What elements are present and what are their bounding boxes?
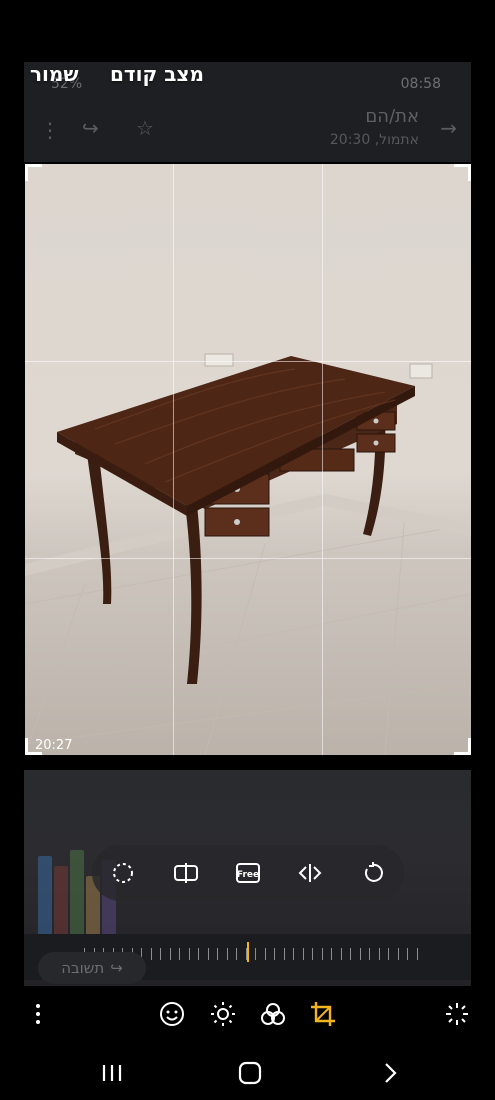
ruler-tick (264, 948, 266, 960)
free-crop-icon[interactable]: Free (232, 857, 264, 889)
ruler-tick (350, 948, 351, 960)
more-icon[interactable] (22, 994, 54, 1034)
ruler-tick (169, 948, 171, 960)
ruler-tick (283, 948, 285, 960)
ruler-tick (179, 948, 180, 960)
ruler-tick (217, 948, 218, 960)
save-button[interactable]: שמור (30, 62, 79, 86)
crop-grid-line (25, 361, 471, 362)
ruler-tick (198, 948, 199, 960)
ruler-tick (207, 948, 209, 960)
rotation-marker[interactable] (247, 942, 249, 962)
flip-icon[interactable] (294, 857, 326, 889)
ruler-tick (312, 948, 313, 960)
crop-grid-line (173, 164, 174, 755)
crop-handle-top-left[interactable] (25, 164, 42, 181)
ruler-tick (369, 948, 370, 960)
filters-icon[interactable] (257, 994, 289, 1034)
ruler-tick (293, 948, 294, 960)
ruler-tick (378, 948, 380, 960)
ruler-tick (359, 948, 361, 960)
ruler-tick (388, 948, 389, 960)
lasso-icon[interactable] (107, 857, 139, 889)
crop-grid-line (25, 558, 471, 559)
rotate-icon[interactable] (357, 857, 389, 889)
ruler-tick (188, 948, 190, 960)
back-icon[interactable] (376, 1058, 404, 1088)
contact-name: את/הם (365, 106, 419, 127)
clock: 08:58 (400, 76, 441, 92)
sticker-icon[interactable] (156, 994, 188, 1034)
ruler-tick (226, 948, 228, 960)
brightness-icon[interactable] (207, 994, 239, 1034)
ruler-tick (397, 948, 399, 960)
ruler-tick (302, 948, 304, 960)
crop-handle-bottom-right[interactable] (454, 738, 471, 755)
revert-button[interactable]: מצב קודם (110, 62, 204, 86)
forward-icon: ↪ (82, 116, 99, 140)
editor-toolbar (0, 994, 495, 1034)
ruler-tick (255, 948, 256, 960)
reply-label: תשובה (61, 959, 105, 977)
ruler-tick (407, 948, 408, 960)
background-chat-header: 52% 08:58 ⋮ ↪ ☆ את/הם אתמול, 20:30 → (24, 62, 471, 162)
ruler-tick (245, 948, 247, 960)
photo-timestamp: 20:27 (35, 738, 73, 753)
ruler-tick (340, 948, 342, 960)
ruler-tick (236, 948, 237, 960)
ruler-tick (274, 948, 275, 960)
ruler-tick (150, 948, 152, 960)
crop-grid-line (322, 164, 323, 755)
ruler-tick (160, 948, 161, 960)
reply-icon: ↪ (110, 959, 123, 977)
recents-icon[interactable] (98, 1058, 126, 1088)
aspect-ratio-icon[interactable] (170, 857, 202, 889)
system-navigation-bar (0, 1046, 495, 1100)
crop-icon[interactable] (307, 994, 339, 1034)
ruler-tick (416, 948, 418, 960)
photo-canvas[interactable] (25, 164, 471, 755)
arrow-right-icon: → (440, 116, 457, 140)
last-seen: אתמול, 20:30 (329, 132, 419, 148)
background-reply-chip: תשובה ↪ (38, 952, 146, 984)
star-icon: ☆ (136, 116, 154, 140)
crop-handle-top-right[interactable] (454, 164, 471, 181)
free-label: Free (237, 870, 259, 880)
ruler-tick (331, 948, 332, 960)
crop-tools-bar: Free (92, 845, 404, 901)
magic-icon[interactable] (441, 994, 473, 1034)
home-icon[interactable] (236, 1058, 264, 1088)
ruler-tick (321, 948, 323, 960)
desk-photo (25, 353, 471, 755)
more-icon: ⋮ (40, 118, 60, 142)
